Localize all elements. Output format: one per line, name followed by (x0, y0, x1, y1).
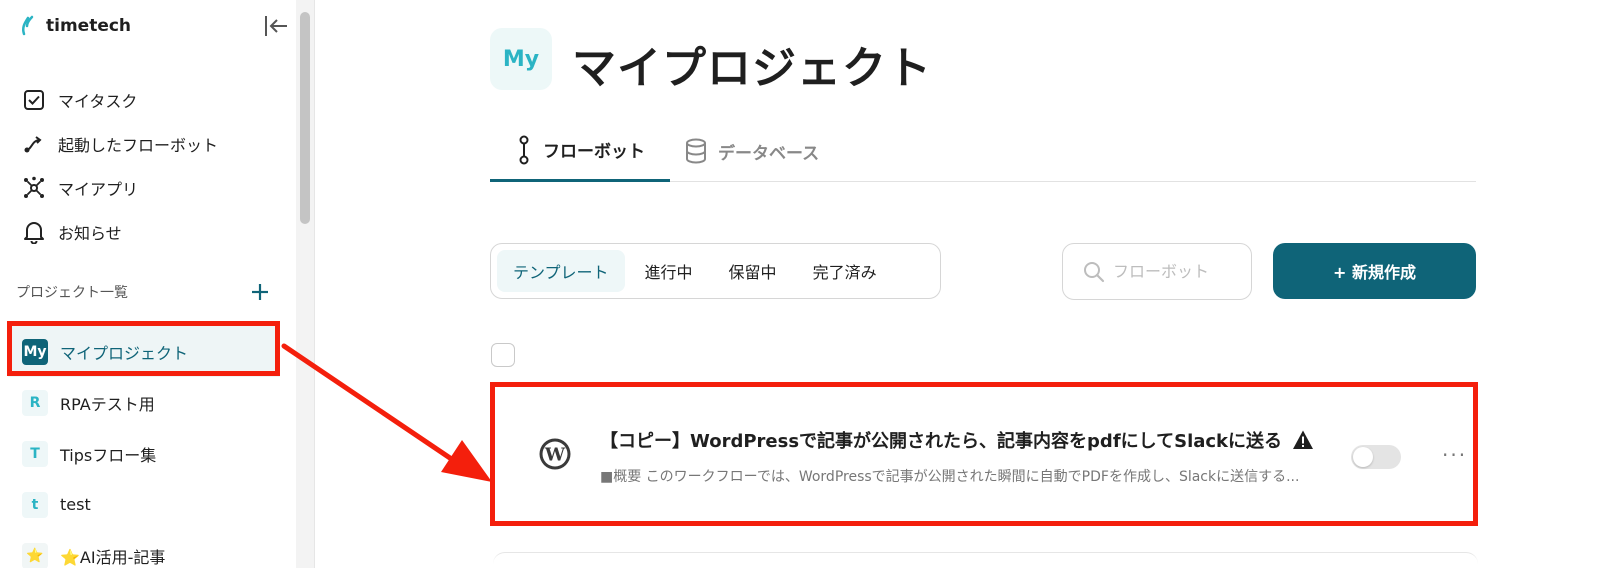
tab-flowbots[interactable]: フローボット (490, 120, 670, 182)
flowbot-card[interactable]: W 【コピー】WordPressで記事が公開されたら、記事内容をpdfにしてSl… (493, 393, 1473, 521)
search-icon (1084, 261, 1105, 282)
sidebar-project-test[interactable]: t test (8, 479, 280, 530)
brand[interactable]: timetech (18, 14, 131, 38)
sidebar-scrollbar-thumb[interactable] (300, 12, 310, 224)
filter-completed[interactable]: 完了済み (797, 250, 893, 292)
tab-database[interactable]: データベース (684, 120, 819, 182)
next-card-edge (493, 552, 1478, 568)
tab-label: データベース (718, 143, 820, 164)
sidebar-item-notifications[interactable]: お知らせ (0, 210, 296, 254)
project-list: My マイプロジェクト R RPAテスト用 T Tipsフロー集 t test … (8, 326, 280, 568)
project-label: ⭐AI活用-記事 (60, 547, 166, 567)
sidebar-project-ai-articles[interactable]: ⭐ ⭐AI活用-記事 (8, 530, 280, 568)
projects-header-label: プロジェクト一覧 (16, 285, 128, 301)
create-new-button[interactable]: + 新規作成 (1273, 243, 1476, 299)
plus-icon (252, 284, 268, 300)
projects-header: プロジェクト一覧 (16, 280, 272, 304)
search-box[interactable] (1062, 243, 1252, 300)
sidebar-nav: マイタスク 起動したフローボット マイアプリ お知らせ (0, 78, 296, 254)
project-label: RPAテスト用 (60, 394, 155, 414)
sidebar-project-my-project[interactable]: My マイプロジェクト (8, 326, 280, 377)
project-badge: T (22, 440, 48, 467)
status-filter-group: テンプレート 進行中 保留中 完了済み (490, 243, 941, 299)
filter-in-progress[interactable]: 進行中 (629, 250, 709, 292)
flow-node-icon (519, 135, 529, 164)
project-label: test (60, 495, 91, 514)
sidebar-item-label: 起動したフローボット (58, 136, 219, 155)
flowbot-toggle[interactable] (1351, 445, 1401, 469)
search-input[interactable] (1113, 262, 1223, 281)
main-content: My マイプロジェクト フローボット データベース テンプレート 進行中 保留中… (315, 0, 1600, 568)
sidebar-project-tips-flows[interactable]: T Tipsフロー集 (8, 428, 280, 479)
sidebar: timetech マイタスク 起動したフローボット マイアプリ お知らせ プロジ… (0, 0, 296, 568)
sidebar-item-my-tasks[interactable]: マイタスク (0, 78, 296, 122)
brand-name: timetech (46, 16, 132, 36)
project-badge: My (22, 338, 48, 365)
collapse-sidebar-button[interactable] (262, 12, 290, 40)
toggle-knob (1353, 447, 1373, 467)
tab-label: フローボット (543, 142, 645, 162)
sidebar-item-my-apps[interactable]: マイアプリ (0, 166, 296, 210)
app-network-icon (22, 176, 46, 200)
collapse-left-icon (265, 16, 287, 36)
flowbot-title-text: 【コピー】WordPressで記事が公開されたら、記事内容をpdfにしてSlac… (600, 431, 1283, 452)
sidebar-item-label: お知らせ (58, 224, 122, 243)
flowbot-title[interactable]: 【コピー】WordPressで記事が公開されたら、記事内容をpdfにしてSlac… (600, 427, 1314, 453)
select-all-checkbox[interactable] (491, 343, 515, 367)
database-icon (686, 138, 706, 164)
timetech-logo-icon (21, 15, 34, 36)
project-label: Tipsフロー集 (60, 445, 157, 465)
svg-text:W: W (544, 445, 566, 466)
project-label: マイプロジェクト (60, 343, 189, 363)
sidebar-item-label: マイアプリ (58, 180, 139, 199)
sidebar-item-label: マイタスク (58, 92, 138, 111)
filter-on-hold[interactable]: 保留中 (713, 250, 793, 292)
flow-route-icon (22, 132, 46, 156)
wordpress-icon: W (539, 438, 571, 470)
project-badge: R (22, 389, 48, 416)
project-badge: ⭐ (22, 542, 48, 568)
flowbot-description: ■概要 このワークフローでは、WordPressで記事が公開された瞬間に自動でP… (600, 469, 1300, 485)
more-options-button[interactable]: ··· (1442, 443, 1467, 467)
warning-icon (1293, 430, 1314, 449)
sidebar-item-launched-flowbots[interactable]: 起動したフローボット (0, 122, 296, 166)
project-avatar: My (490, 28, 552, 90)
bell-icon (22, 220, 46, 244)
tab-bar: フローボット データベース (490, 120, 1476, 182)
page-title: マイプロジェクト (572, 43, 932, 94)
project-badge: t (22, 491, 48, 518)
check-square-icon (22, 88, 46, 112)
sidebar-project-rpa-test[interactable]: R RPAテスト用 (8, 377, 280, 428)
add-project-button[interactable] (248, 280, 272, 304)
filter-template[interactable]: テンプレート (497, 250, 625, 292)
